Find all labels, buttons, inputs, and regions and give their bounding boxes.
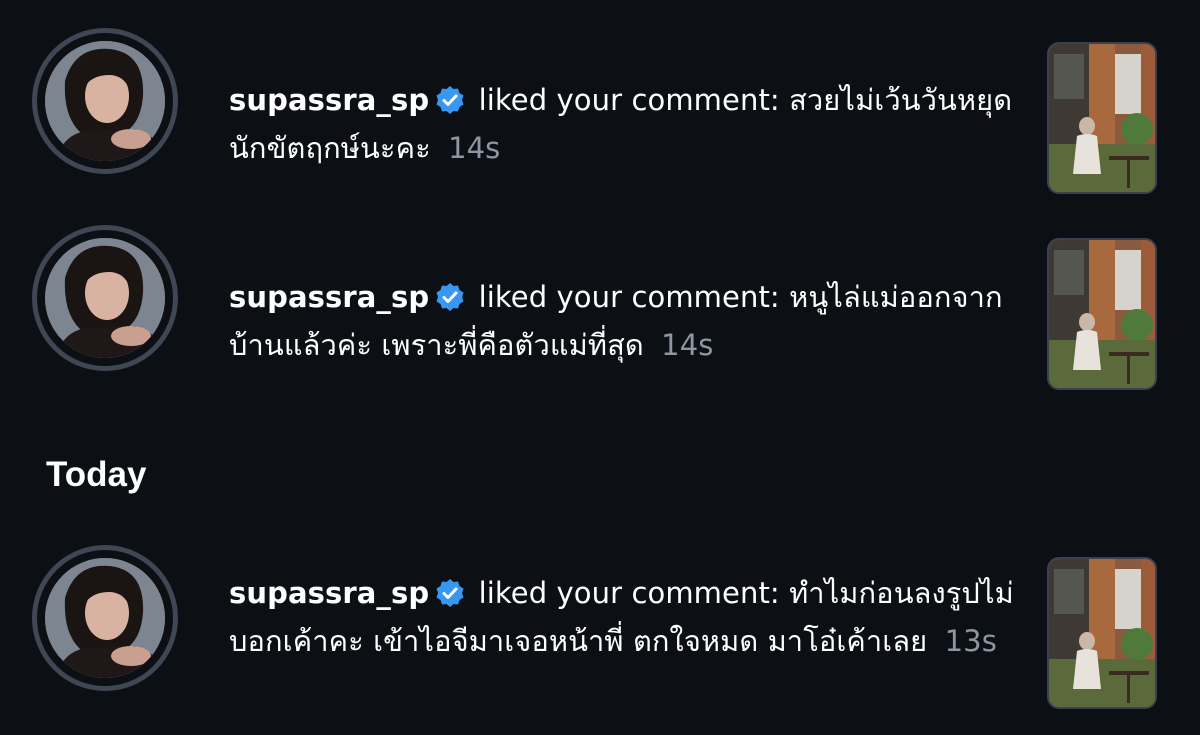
verified-badge-icon: [435, 85, 465, 115]
verified-badge-icon: [435, 282, 465, 312]
avatar[interactable]: [45, 41, 165, 161]
story-ring[interactable]: [32, 225, 178, 371]
username-link[interactable]: supassra_sp: [229, 83, 429, 117]
notification-item[interactable]: supassra_sp liked your comment: สวยไม่เว…: [0, 28, 1200, 208]
post-thumbnail[interactable]: [1047, 42, 1157, 194]
timestamp: 14s: [448, 131, 501, 165]
post-thumbnail[interactable]: [1047, 238, 1157, 390]
username-link[interactable]: supassra_sp: [229, 576, 429, 610]
post-thumbnail-image: [1049, 44, 1155, 192]
username-link[interactable]: supassra_sp: [229, 280, 429, 314]
post-thumbnail-image: [1049, 240, 1155, 388]
avatar[interactable]: [45, 558, 165, 678]
post-thumbnail[interactable]: [1047, 557, 1157, 709]
notification-item[interactable]: supassra_sp liked your comment: ทำไมก่อน…: [0, 545, 1200, 735]
post-thumbnail-image: [1049, 559, 1155, 707]
story-ring[interactable]: [32, 545, 178, 691]
story-ring[interactable]: [32, 28, 178, 174]
section-header-today: Today: [46, 455, 147, 494]
action-text: liked your comment:: [478, 280, 780, 314]
avatar-image: [45, 558, 165, 678]
action-text: liked your comment:: [478, 83, 780, 117]
avatar[interactable]: [45, 238, 165, 358]
avatar-image: [45, 41, 165, 161]
avatar-image: [45, 238, 165, 358]
verified-badge-icon: [435, 578, 465, 608]
timestamp: 14s: [661, 328, 714, 362]
timestamp: 13s: [944, 624, 997, 658]
notification-item[interactable]: supassra_sp liked your comment: หนูไล่แม…: [0, 225, 1200, 405]
action-text: liked your comment:: [478, 576, 780, 610]
